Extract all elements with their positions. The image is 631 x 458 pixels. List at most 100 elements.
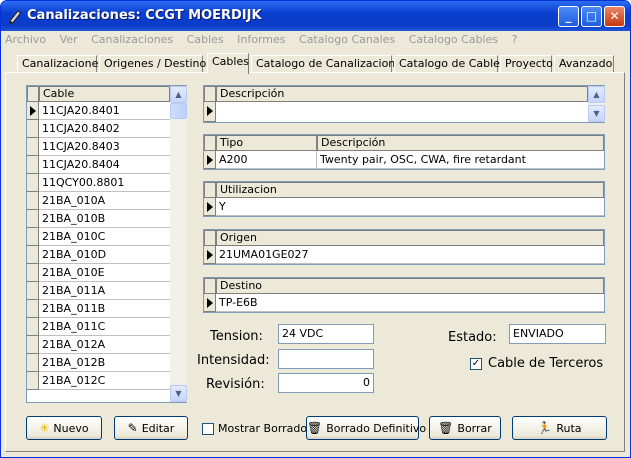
row-indicator[interactable]: [27, 192, 39, 210]
descripcion-value[interactable]: [216, 102, 588, 122]
sun-icon: ✳: [39, 421, 50, 435]
revision-field[interactable]: 0: [278, 373, 374, 393]
tipo-descripcion-value[interactable]: Twenty pair, OSC, CWA, fire retardant: [317, 151, 604, 169]
scroll-up-arrow-icon[interactable]: ▲: [588, 86, 605, 103]
intensidad-field[interactable]: [278, 349, 374, 369]
row-indicator[interactable]: [27, 156, 39, 174]
intensidad-label: Intensidad:: [197, 353, 270, 368]
tab-catalogo-cables[interactable]: Catalogo de Cables: [394, 55, 506, 72]
tab-cables[interactable]: Cables: [207, 53, 249, 74]
row-indicator[interactable]: [27, 174, 39, 192]
cable-list-item[interactable]: 21BA_011C: [39, 318, 170, 336]
menu-archivo[interactable]: Archivo: [5, 33, 46, 46]
editar-button[interactable]: ✎ Editar: [114, 416, 188, 440]
row-indicator[interactable]: [27, 372, 39, 390]
cable-column-header[interactable]: Cable: [39, 86, 170, 102]
estado-field[interactable]: ENVIADO: [509, 324, 606, 344]
menu-catalogo-cables[interactable]: Catalogo Cables: [409, 33, 498, 46]
destino-value[interactable]: TP-E6B: [216, 294, 604, 312]
grid-corner: [27, 86, 39, 102]
row-indicator[interactable]: [27, 264, 39, 282]
grid-corner: [204, 86, 216, 102]
tipo-grid[interactable]: Tipo Descripción A200 Twenty pair, OSC, …: [203, 134, 605, 170]
utilizacion-grid[interactable]: Utilizacion Y: [203, 181, 605, 217]
borrar-button[interactable]: 🗑 Borrar: [429, 416, 501, 440]
row-indicator[interactable]: [27, 246, 39, 264]
close-button[interactable]: ✕: [604, 6, 625, 27]
cable-list-item[interactable]: 21BA_011B: [39, 300, 170, 318]
cable-terceros-checkbox[interactable]: ✓: [470, 358, 482, 370]
cable-list-item[interactable]: 11CJA20.8402: [39, 120, 170, 138]
cable-list-item[interactable]: 21BA_010A: [39, 192, 170, 210]
row-pointer-icon: [204, 294, 216, 312]
cable-list-grid[interactable]: Cable 11CJA20.8401 11CJA20.8402 11CJA20.84…: [26, 85, 187, 403]
row-indicator[interactable]: [27, 282, 39, 300]
row-pointer-icon: [204, 151, 216, 169]
origen-header: Origen: [216, 230, 604, 246]
tipo-value[interactable]: A200: [216, 151, 317, 169]
grid-corner: [204, 135, 216, 151]
menu-bar: Archivo Ver Canalizaciones Cables Inform…: [5, 33, 527, 50]
descripcion-grid[interactable]: Descripción ▲ ▼: [203, 85, 605, 123]
title-bar[interactable]: Canalizaciones: CCGT MOERDIJK _ □ ✕: [1, 1, 630, 31]
scroll-down-arrow-icon[interactable]: ▼: [170, 385, 187, 402]
cable-list-item[interactable]: 11CJA20.8404: [39, 156, 170, 174]
mostrar-borrados-label: Mostrar Borrados: [218, 422, 313, 435]
tab-catalogo-canalizaciones[interactable]: Catalogo de Canalizaciones: [251, 55, 408, 72]
maximize-button[interactable]: □: [581, 6, 602, 27]
borrado-definitivo-button[interactable]: 🗑 Borrado Definitivo: [306, 416, 426, 440]
cable-list-item[interactable]: 21BA_010E: [39, 264, 170, 282]
scroll-thumb[interactable]: [170, 103, 187, 119]
row-indicator[interactable]: [27, 354, 39, 372]
tension-field[interactable]: 24 VDC: [278, 324, 374, 344]
row-indicator[interactable]: [27, 318, 39, 336]
grid-corner: [204, 230, 216, 246]
utilizacion-header: Utilizacion: [216, 182, 604, 198]
origen-grid[interactable]: Origen 21UMA01GE027: [203, 229, 605, 265]
tab-canalizaciones[interactable]: Canalizaciones: [17, 55, 104, 72]
cable-list-item[interactable]: 21BA_011A: [39, 282, 170, 300]
cable-list-item[interactable]: 21BA_012C: [39, 372, 170, 390]
mostrar-borrados-checkbox[interactable]: [202, 423, 214, 435]
menu-cables[interactable]: Cables: [187, 33, 224, 46]
row-indicator[interactable]: [27, 210, 39, 228]
menu-informes[interactable]: Informes: [237, 33, 285, 46]
origen-value[interactable]: 21UMA01GE027: [216, 246, 604, 264]
destino-grid[interactable]: Destino TP-E6B: [203, 277, 605, 313]
cable-list-item[interactable]: 11QCY00.8801: [39, 174, 170, 192]
nuevo-button[interactable]: ✳ Nuevo: [26, 416, 102, 440]
cable-list-scrollbar[interactable]: ▲ ▼: [170, 86, 187, 402]
grid-corner: [204, 182, 216, 198]
cable-list-item[interactable]: 21BA_010C: [39, 228, 170, 246]
cable-list-item[interactable]: 11CJA20.8403: [39, 138, 170, 156]
row-indicator[interactable]: [27, 300, 39, 318]
row-indicator[interactable]: [27, 228, 39, 246]
scroll-down-arrow-icon[interactable]: ▼: [588, 105, 605, 122]
minimize-button[interactable]: _: [558, 6, 579, 27]
tab-avanzado[interactable]: Avanzado: [554, 55, 614, 72]
ruta-button-label: Ruta: [556, 422, 582, 435]
row-indicator[interactable]: [27, 120, 39, 138]
grid-corner: [204, 278, 216, 294]
row-indicator[interactable]: [27, 138, 39, 156]
trash-icon: 🗑: [438, 421, 454, 435]
menu-ver[interactable]: Ver: [60, 33, 78, 46]
cable-list-item[interactable]: 21BA_010B: [39, 210, 170, 228]
tab-proyecto[interactable]: Proyecto: [500, 55, 553, 72]
cable-list-item[interactable]: 21BA_012A: [39, 336, 170, 354]
menu-canalizaciones[interactable]: Canalizaciones: [91, 33, 173, 46]
ruta-button[interactable]: 🏃 Ruta: [512, 416, 607, 440]
row-indicator[interactable]: [27, 336, 39, 354]
descripcion-scrollbar[interactable]: ▲ ▼: [588, 86, 605, 122]
scroll-up-arrow-icon[interactable]: ▲: [170, 86, 187, 103]
main-window: Canalizaciones: CCGT MOERDIJK _ □ ✕ Arch…: [0, 0, 631, 458]
menu-catalogo-canales[interactable]: Catalogo Canales: [299, 33, 395, 46]
utilizacion-value[interactable]: Y: [216, 198, 604, 216]
row-pointer-icon[interactable]: [27, 102, 39, 120]
menu-help[interactable]: ?: [512, 33, 518, 46]
tab-origenes-destinos[interactable]: Origenes / Destinos: [99, 55, 212, 72]
cable-list-item[interactable]: 21BA_010D: [39, 246, 170, 264]
trash-icon: 🗑: [307, 421, 323, 435]
cable-list-item[interactable]: 11CJA20.8401: [39, 102, 170, 120]
cable-list-item[interactable]: 21BA_012B: [39, 354, 170, 372]
